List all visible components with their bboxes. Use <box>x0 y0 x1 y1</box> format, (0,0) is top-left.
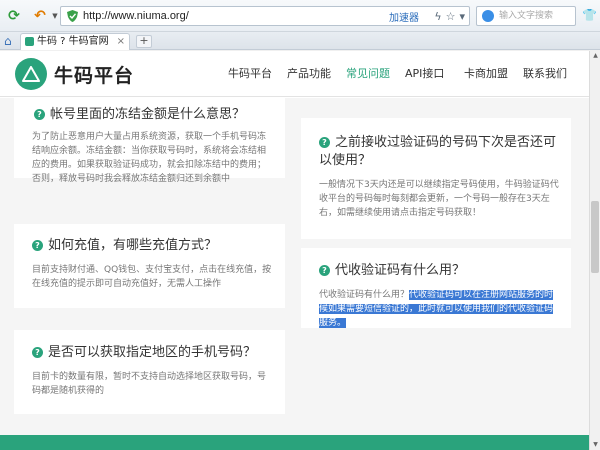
logo-text[interactable]: 牛码平台 <box>54 61 134 88</box>
search-placeholder: 输入文字搜索 <box>499 11 554 21</box>
page-scrollbar[interactable]: ▲ ▼ <box>589 51 600 450</box>
faq-title: 是否可以获取指定地区的手机号码？ <box>48 345 257 360</box>
faq-card: ? 如何充值，有哪些充值方式？ 目前支持财付通、QQ钱包、支付宝支付，点击在线充值… <box>14 224 285 308</box>
nav-contact-us[interactable]: 联系我们 <box>523 51 567 97</box>
site-footer <box>0 435 589 450</box>
faq-title: 帐号里面的冻结金额是什么意思？ <box>50 107 246 122</box>
search-input[interactable]: 输入文字搜索 <box>476 6 576 26</box>
faq-card: ? 是否可以获取指定地区的手机号码？ 目前卡的数量有限，暂时不支持自动选择地区获取… <box>14 330 285 414</box>
question-icon: ? <box>32 347 43 358</box>
security-shield-icon <box>65 9 79 23</box>
scrollbar-thumb[interactable] <box>591 201 599 273</box>
question-icon: ? <box>319 137 330 148</box>
question-icon: ? <box>319 265 330 276</box>
lightning-icon[interactable]: ϟ <box>434 10 441 23</box>
faq-answer: 代收验证码有什么用？代收验证码可以在注册网站服务的时候如果需要短信验证的，此时就… <box>319 288 561 330</box>
skin-icon[interactable]: 👕 <box>582 8 597 22</box>
faq-answer: 目前卡的数量有限，暂时不支持自动选择地区获取号码，号码都是随机获得的 <box>32 372 267 396</box>
tab-bar: ⌂ 牛码 ? 牛码官网 × + <box>0 32 600 50</box>
nav-niuma-platform[interactable]: 牛码平台 <box>228 51 272 97</box>
scroll-down-icon[interactable]: ▼ <box>591 440 600 450</box>
accelerator-link[interactable]: 加速器 <box>389 9 419 24</box>
faq-title: 如何充值，有哪些充值方式？ <box>48 238 218 253</box>
faq-card: ? 帐号里面的冻结金额是什么意思？ 为了防止恶意用户大量占用系统资源，获取一个手机… <box>14 98 285 184</box>
dropdown-icon[interactable]: ▾ <box>459 10 465 23</box>
new-tab-button[interactable]: + <box>136 35 152 48</box>
browser-tab[interactable]: 牛码 ? 牛码官网 × <box>20 33 130 50</box>
site-header: 牛码平台 牛码平台 产品功能 常见问题 API接口 卡商加盟 联系我们 <box>0 51 589 97</box>
nav-api[interactable]: API接口 <box>405 51 444 97</box>
star-icon[interactable]: ☆ <box>446 10 456 23</box>
faq-title: 代收验证码有什么用？ <box>335 263 466 278</box>
faq-card: ? 代收验证码有什么用？ 代收验证码有什么用？代收验证码可以在注册网站服务的时候如… <box>301 248 571 328</box>
faq-answer: 目前支持财付通、QQ钱包、支付宝支付，点击在线充值，按在线充值的提示即可自动充值… <box>32 265 272 289</box>
faq-answer-prefix: 代收验证码有什么用？ <box>319 290 410 300</box>
faq-answer: 一般情况下3天内还是可以继续指定号码使用，牛码验证码代收平台的号码每时每刻都会更… <box>319 180 559 218</box>
tab-title: 牛码 ? 牛码官网 <box>37 36 109 47</box>
faq-section: ? 帐号里面的冻结金额是什么意思？ 为了防止恶意用户大量占用系统资源，获取一个手机… <box>0 98 589 450</box>
url-text[interactable]: http://www.niuma.org/ <box>83 10 189 22</box>
faq-title: 之前接收过验证码的号码下次是否还可以使用？ <box>319 135 557 168</box>
search-engine-icon[interactable] <box>482 10 494 22</box>
favicon-icon <box>25 37 34 46</box>
logo-icon[interactable] <box>15 58 47 90</box>
back-dropdown-icon[interactable]: ▼ <box>50 12 60 20</box>
faq-answer: 为了防止恶意用户大量占用系统资源，获取一个手机号码冻结响应余额。冻结金额：当你获… <box>32 132 267 184</box>
question-icon: ? <box>32 240 43 251</box>
nav-faq[interactable]: 常见问题 <box>346 51 390 97</box>
refresh-icon[interactable]: ⟳ <box>4 6 24 26</box>
close-icon[interactable]: × <box>117 34 125 49</box>
question-icon: ? <box>34 109 45 120</box>
back-icon[interactable]: ↶ <box>30 6 50 26</box>
home-icon[interactable]: ⌂ <box>4 34 12 48</box>
faq-card: ? 之前接收过验证码的号码下次是否还可以使用？ 一般情况下3天内还是可以继续指定号… <box>301 118 571 239</box>
scroll-up-icon[interactable]: ▲ <box>591 51 600 61</box>
web-page: 牛码平台 牛码平台 产品功能 常见问题 API接口 卡商加盟 联系我们 ? 帐号里… <box>0 51 589 450</box>
nav-dealer-join[interactable]: 卡商加盟 <box>464 51 508 97</box>
address-bar[interactable]: http://www.niuma.org/ 加速器 ϟ ☆ ▾ <box>60 6 470 26</box>
browser-toolbar: ⟳ ↶ ▼ http://www.niuma.org/ 加速器 ϟ ☆ ▾ 输入… <box>0 0 600 32</box>
nav-product-features[interactable]: 产品功能 <box>287 51 331 97</box>
